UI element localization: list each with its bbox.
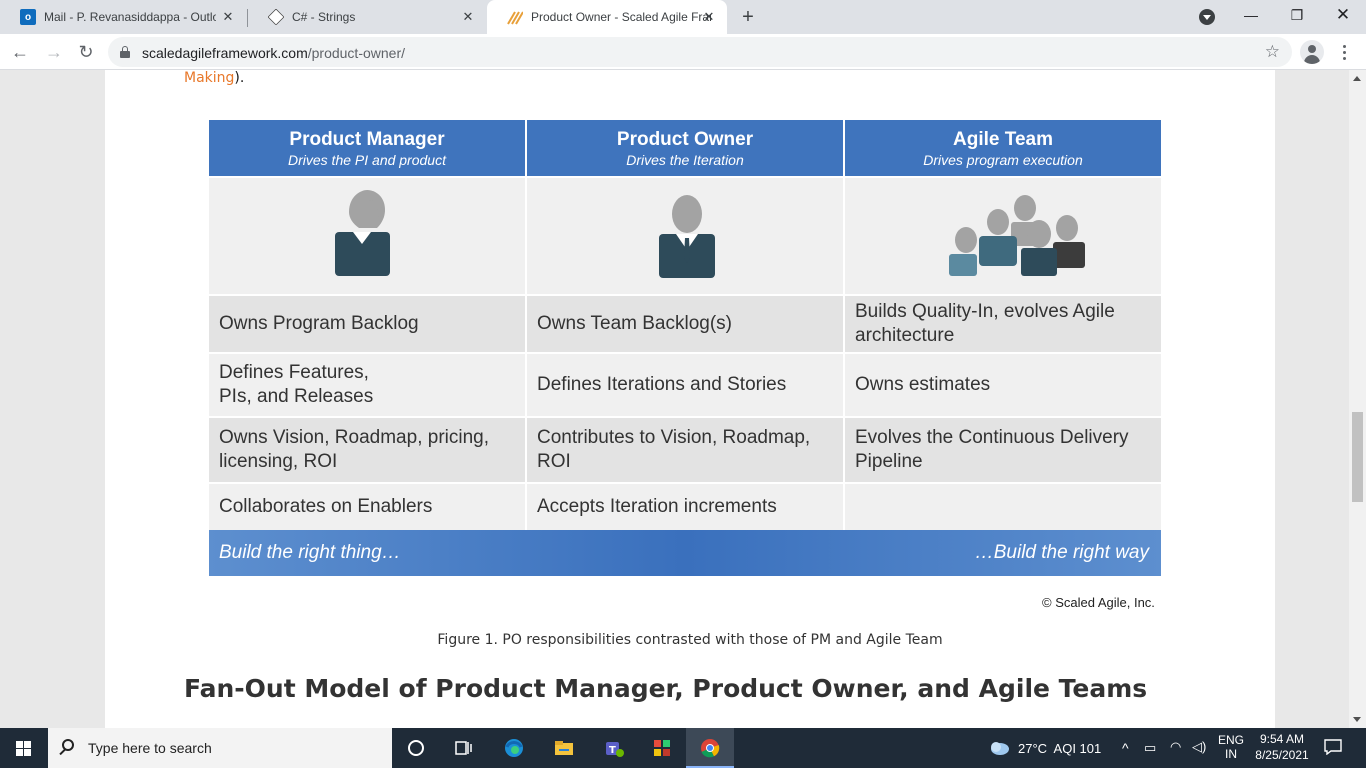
close-window-button[interactable]: ✕ [1320,0,1366,32]
battery-icon[interactable]: ▭ [1144,740,1156,768]
browser-toolbar: ← → ↻ scaledagileframework.com/product-o… [0,34,1366,70]
header-agile-team: Agile Team Drives program execution [845,120,1161,176]
agile-team-group-icon [845,178,1161,294]
inline-link[interactable]: Making [184,70,234,86]
outlook-icon: o [20,9,36,25]
reload-button[interactable]: ↻ [72,38,100,66]
figure-footer-band: Build the right thing… …Build the right … [209,530,1161,576]
show-hidden-icons-icon[interactable]: ^ [1122,740,1129,768]
diamond-icon [267,8,285,26]
footer-left-text: Build the right thing… [219,542,401,563]
close-icon[interactable]: ✕ [220,9,236,25]
notifications-icon[interactable] [1324,739,1342,768]
tab-title: C# - Strings [292,10,356,24]
restore-button[interactable]: ❐ [1274,0,1320,32]
column-subtitle: Drives the Iteration [626,152,744,168]
safe-icon [507,9,523,25]
close-icon[interactable]: ✕ [460,9,476,25]
tab-search-icon[interactable] [1199,9,1215,25]
cortana-icon[interactable] [392,728,440,768]
language-code: ENG [1218,733,1245,747]
volume-icon[interactable]: ◁) [1192,739,1206,768]
column-title: Agile Team [953,129,1053,150]
cell-team-row2: Owns estimates [845,354,1161,416]
scroll-up-arrow-icon[interactable] [1353,76,1361,81]
region-code: IN [1225,747,1237,761]
page-scrollbar[interactable] [1349,70,1366,728]
scrollbar-thumb[interactable] [1352,412,1363,502]
column-title: Product Owner [616,129,754,150]
chrome-icon[interactable] [686,728,734,768]
minimize-button[interactable]: — [1228,0,1274,32]
task-view-icon[interactable] [440,728,488,768]
footer-right-text: …Build the right way [974,542,1149,563]
figure-caption: Figure 1. PO responsibilities contrasted… [437,632,943,648]
teams-icon[interactable]: T [590,728,638,768]
wifi-icon[interactable]: ◠ [1170,739,1181,768]
tab-product-owner[interactable]: Product Owner - Scaled Agile Framework ✕ [487,0,727,34]
profile-avatar[interactable] [1300,40,1324,64]
taskbar-search-box[interactable]: Type here to search [48,728,392,768]
lock-icon[interactable] [120,46,130,58]
page-viewport: Making). Product Manager Drives the PI a… [0,70,1349,728]
windows-taskbar: Type here to search T 27°C AQI 101 ^ ▭ ◠… [0,728,1366,768]
column-subtitle: Drives program execution [923,152,1083,168]
figure-copyright: © Scaled Agile, Inc. [1042,595,1155,610]
responsibilities-figure: Product Manager Drives the PI and produc… [209,120,1161,576]
edge-browser-icon[interactable] [490,728,538,768]
url-text[interactable]: scaledagileframework.com/product-owner/ [142,45,405,61]
header-product-manager: Product Manager Drives the PI and produc… [209,120,525,176]
back-button[interactable]: ← [6,38,34,66]
cell-pm-row2: Defines Features, PIs, and Releases [209,354,525,416]
start-button[interactable] [0,728,48,768]
cell-po-row3: Contributes to Vision, Roadmap, ROI [527,418,843,482]
product-manager-person-icon [209,178,525,294]
tab-title: Mail - P. Revanasiddappa - Outlook [44,10,216,24]
address-bar[interactable]: scaledagileframework.com/product-owner/ … [108,37,1292,67]
cell-pm-row3: Owns Vision, Roadmap, pricing, licensing… [209,418,525,482]
forward-button[interactable]: → [40,38,68,66]
search-icon [62,739,74,751]
bookmark-star-icon[interactable]: ☆ [1265,42,1280,62]
cell-po-row4: Accepts Iteration increments [527,484,843,530]
header-product-owner: Product Owner Drives the Iteration [527,120,843,176]
close-icon[interactable]: ✕ [701,9,717,25]
windows-logo-icon [16,741,32,756]
clock-time: 9:54 AM [1259,732,1305,746]
clock[interactable]: 9:54 AM 8/25/2021 [1252,728,1312,768]
article-body: Making). Product Manager Drives the PI a… [105,70,1275,728]
menu-dots-icon[interactable] [1338,40,1350,64]
cloud-icon [991,742,1009,755]
svg-text:T: T [609,745,616,756]
scroll-down-arrow-icon[interactable] [1353,717,1361,722]
tab-csharp-strings[interactable]: C# - Strings ✕ [248,0,486,34]
clock-date: 8/25/2021 [1255,748,1309,762]
browser-tab-strip: o Mail - P. Revanasiddappa - Outlook ✕ C… [0,0,1366,34]
new-tab-button[interactable]: + [738,6,758,28]
section-heading: Fan-Out Model of Product Manager, Produc… [184,674,1148,703]
paragraph-fragment: Making). [184,70,245,86]
search-placeholder: Type here to search [88,740,212,756]
weather-text: 27°C AQI 101 [1018,741,1102,756]
column-subtitle: Drives the PI and product [288,152,446,168]
column-title: Product Manager [289,129,445,150]
tab-title: Product Owner - Scaled Agile Framework [531,10,711,24]
file-explorer-icon[interactable] [540,728,588,768]
tab-outlook[interactable]: o Mail - P. Revanasiddappa - Outlook ✕ [0,0,246,34]
cell-po-row2: Defines Iterations and Stories [527,354,843,416]
cell-pm-row1: Owns Program Backlog [209,296,525,352]
cell-team-row1: Builds Quality-In, evolves Agile archite… [845,296,1161,352]
cell-team-row3: Evolves the Continuous Delivery Pipeline [845,418,1161,482]
cell-po-row1: Owns Team Backlog(s) [527,296,843,352]
office-apps-icon[interactable] [638,728,686,768]
weather-widget[interactable]: 27°C AQI 101 [988,728,1118,768]
product-owner-person-icon [527,178,843,294]
cell-team-row4 [845,484,1161,530]
input-language[interactable]: ENG IN [1218,728,1244,768]
cell-pm-row4: Collaborates on Enablers [209,484,525,530]
